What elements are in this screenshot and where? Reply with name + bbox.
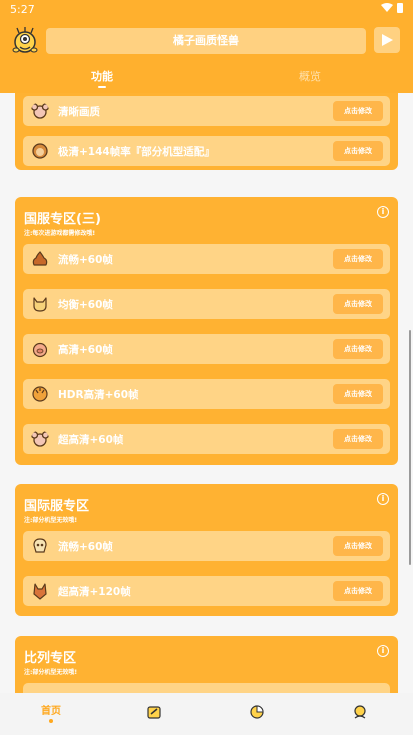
pig-icon <box>32 342 48 358</box>
scrollbar[interactable] <box>409 330 411 565</box>
list-item[interactable]: 超高清+120帧 点击修改 <box>23 576 390 606</box>
modify-button[interactable]: 点击修改 <box>333 384 383 404</box>
item-label: 流畅+60帧 <box>58 254 113 266</box>
modify-button[interactable]: 点击修改 <box>333 249 383 269</box>
list-item[interactable]: 高清+60帧 点击修改 <box>23 334 390 364</box>
item-label: 超高清+60帧 <box>58 434 124 446</box>
list-item[interactable]: 流畅+60帧 点击修改 <box>23 244 390 274</box>
app-bar: 5:27 橘子画质怪兽 功能 概览 <box>0 0 413 93</box>
modify-button[interactable]: 点击修改 <box>333 339 383 359</box>
section-card: 国际服专区 注:部分机型无效哦! i 流畅+60帧 点击修改 超高清+120帧 … <box>15 484 398 616</box>
nav-home-label: 首页 <box>41 706 61 717</box>
status-bar: 5:27 <box>0 0 413 18</box>
modify-button[interactable]: 点击修改 <box>333 141 383 161</box>
modify-button[interactable]: 点击修改 <box>333 581 383 601</box>
modify-button[interactable]: 点击修改 <box>333 294 383 314</box>
mouse-icon <box>31 103 49 119</box>
section-note: 注:每次进游戏都需修改哦! <box>24 230 96 237</box>
list-item[interactable] <box>23 683 390 693</box>
bottom-nav: 首页 <box>0 693 413 735</box>
tiger-icon <box>32 386 48 402</box>
info-icon[interactable]: i <box>377 493 389 505</box>
nav-stats[interactable] <box>228 693 288 735</box>
list-item[interactable]: 清晰画质 点击修改 <box>23 96 390 126</box>
item-label: 极清+144帧率『部分机型适配』 <box>58 146 215 158</box>
section-note: 注:部分机型无效哦! <box>24 517 78 524</box>
main-content[interactable]: 清晰画质 点击修改 极清+144帧率『部分机型适配』 点击修改 国服专区(三) … <box>0 93 413 693</box>
list-item[interactable]: HDR高清+60帧 点击修改 <box>23 379 390 409</box>
info-icon[interactable]: i <box>377 645 389 657</box>
section-title: 比列专区 <box>24 651 77 666</box>
section-title: 国服专区(三) <box>24 212 101 227</box>
fox-icon <box>33 582 47 600</box>
nav-home[interactable]: 首页 <box>20 693 80 735</box>
list-item[interactable]: 流畅+60帧 点击修改 <box>23 531 390 561</box>
list-item[interactable]: 均衡+60帧 点击修改 <box>23 289 390 319</box>
tab-functions[interactable]: 功能 <box>91 68 113 84</box>
item-label: HDR高清+60帧 <box>58 389 139 401</box>
item-label: 高清+60帧 <box>58 344 113 356</box>
list-item[interactable]: 超高清+60帧 点击修改 <box>23 424 390 454</box>
modify-button[interactable]: 点击修改 <box>333 536 383 556</box>
cat-icon <box>33 296 47 312</box>
wifi-icon <box>381 3 393 12</box>
section-title: 国际服专区 <box>24 499 90 514</box>
list-item[interactable]: 极清+144帧率『部分机型适配』 点击修改 <box>23 136 390 166</box>
monkey-icon <box>32 143 48 159</box>
info-icon[interactable]: i <box>377 206 389 218</box>
profile-icon <box>354 705 366 719</box>
tools-icon <box>147 706 161 719</box>
item-label: 流畅+60帧 <box>58 541 113 553</box>
battery-icon <box>397 3 403 13</box>
app-logo-icon <box>12 27 38 53</box>
item-label: 均衡+60帧 <box>58 299 113 311</box>
mouse-icon <box>31 431 49 447</box>
section-card: 国服专区(三) 注:每次进游戏都需修改哦! i 流畅+60帧 点击修改 均衡+6… <box>15 197 398 465</box>
status-time: 5:27 <box>10 3 35 16</box>
skull-icon <box>33 538 47 553</box>
play-button[interactable] <box>374 27 400 53</box>
section-card: 清晰画质 点击修改 极清+144帧率『部分机型适配』 点击修改 <box>15 93 398 170</box>
modify-button[interactable]: 点击修改 <box>333 429 383 449</box>
nav-active-dot <box>49 719 53 723</box>
nav-profile[interactable] <box>333 693 393 735</box>
poop-icon <box>32 251 48 266</box>
section-note: 注:部分机型无效哦! <box>24 669 78 676</box>
app-title[interactable]: 橘子画质怪兽 <box>46 28 366 54</box>
pie-chart-icon <box>250 705 264 719</box>
nav-tools[interactable] <box>130 693 190 735</box>
tab-indicator <box>98 86 106 88</box>
status-icons <box>381 3 403 13</box>
item-label: 超高清+120帧 <box>58 586 131 598</box>
modify-button[interactable]: 点击修改 <box>333 101 383 121</box>
tab-overview[interactable]: 概览 <box>299 68 321 84</box>
play-icon <box>382 34 393 46</box>
item-label: 清晰画质 <box>58 106 100 118</box>
section-card: 比列专区 注:部分机型无效哦! i <box>15 636 398 693</box>
